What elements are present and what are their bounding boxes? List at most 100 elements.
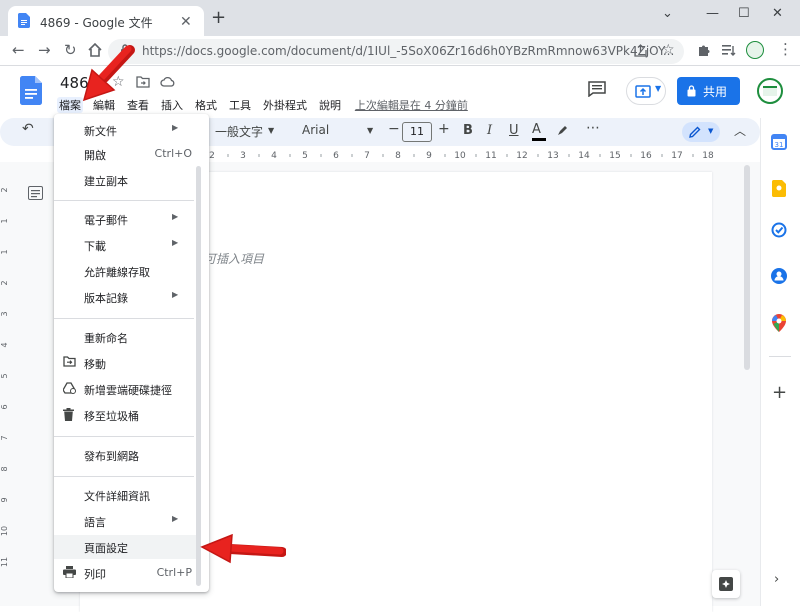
contacts-icon[interactable] [771, 268, 787, 284]
chevron-right-icon[interactable]: › [774, 572, 779, 587]
horizontal-ruler[interactable]: 2 3 4 5 6 7 8 9 10 11 12 13 14 15 16 17 18 [200, 148, 720, 162]
ruler-tick-mark [382, 154, 384, 157]
menu-item-add-drive-shortcut[interactable]: 新增雲端硬碟捷徑 [54, 377, 200, 401]
menu-item-label: 電子郵件 [84, 214, 128, 227]
back-arrow-icon[interactable]: ← [12, 42, 25, 58]
menu-item-label: 頁面設定 [84, 542, 128, 555]
reading-list-icon[interactable] [722, 44, 736, 56]
maps-icon[interactable] [772, 314, 786, 332]
reload-icon[interactable]: ↻ [64, 42, 77, 58]
menu-item-print[interactable]: 列印 Ctrl+P [54, 561, 200, 585]
menu-item-label: 建立副本 [84, 175, 128, 188]
vertical-ruler-tick-label: 6 [0, 404, 9, 409]
forward-arrow-icon[interactable]: → [38, 42, 51, 58]
ruler-ticks: 2 3 4 5 6 7 8 9 10 11 12 13 14 15 16 17 18 [209, 151, 714, 161]
menu-item-download[interactable]: 下載 ▶ [54, 233, 200, 257]
extensions-puzzle-icon[interactable] [697, 43, 711, 57]
ruler-tick-label: 14 [578, 151, 590, 161]
add-addon-icon[interactable]: + [772, 382, 787, 403]
last-edit-link[interactable]: 上次編輯是在 4 分鐘前 [355, 99, 468, 112]
menu-item-move[interactable]: 移動 [54, 351, 200, 375]
decrease-font-size-button[interactable]: − [388, 121, 400, 137]
chevron-down-icon[interactable]: ⌄ [662, 6, 673, 21]
vertical-ruler-tick-label: 7 [0, 435, 9, 440]
menu-insert[interactable]: 插入 [159, 97, 185, 113]
insert-placeholder-text: 可插入項目 [204, 252, 265, 266]
profile-avatar-icon[interactable] [746, 41, 764, 59]
omnibox[interactable]: https://docs.google.com/document/d/1IUl_… [108, 39, 684, 64]
annotation-arrow-file-menu [82, 44, 138, 104]
menu-item-publish-to-web[interactable]: 發布到網路 [54, 443, 200, 467]
close-tab-icon[interactable]: ✕ [180, 14, 192, 30]
ruler-tick-label: 2 [209, 151, 215, 161]
tasks-icon[interactable] [771, 222, 787, 238]
font-select[interactable]: Arial [302, 123, 329, 137]
menu-item-offline-access[interactable]: 允許離線存取 [54, 259, 200, 283]
calendar-icon[interactable]: 31 [771, 134, 787, 150]
underline-button[interactable]: U [509, 123, 519, 138]
keep-icon[interactable] [772, 180, 786, 197]
more-options-icon[interactable]: ⋯ [586, 120, 600, 136]
increase-font-size-button[interactable]: + [438, 121, 450, 137]
collapse-toolbar-icon[interactable]: ︿ [734, 122, 746, 139]
menu-format[interactable]: 格式 [193, 97, 219, 113]
bold-button[interactable]: B [463, 123, 473, 138]
menu-tools[interactable]: 工具 [227, 97, 253, 113]
undo-icon[interactable]: ↶ [22, 121, 34, 137]
menu-item-move-to-trash[interactable]: 移至垃圾桶 [54, 403, 200, 427]
file-menu-scrollbar[interactable] [196, 166, 201, 586]
explore-button[interactable] [712, 570, 740, 598]
style-select[interactable]: 一般文字 [215, 123, 263, 140]
browser-tab[interactable]: 4869 - Google 文件 ✕ [8, 6, 204, 36]
menu-addons[interactable]: 外掛程式 [261, 97, 309, 113]
close-window-icon[interactable]: ✕ [772, 6, 783, 21]
vertical-ruler-tick-label: 8 [0, 466, 9, 471]
menu-item-language[interactable]: 語言 ▶ [54, 509, 200, 533]
menu-item-new-document[interactable]: 新文件 ▶ [54, 118, 200, 142]
docs-logo-icon[interactable] [20, 76, 42, 105]
vertical-ruler-tick-label: 10 [0, 526, 9, 536]
ruler-tick-label: 18 [702, 151, 714, 161]
text-color-button[interactable]: A [532, 122, 546, 141]
account-avatar[interactable] [757, 78, 783, 104]
highlight-pen-icon[interactable] [556, 124, 569, 137]
move-folder-icon[interactable] [136, 76, 150, 88]
editing-mode-button[interactable]: ▼ [682, 122, 720, 142]
share-button[interactable]: 共用 [677, 77, 740, 105]
menu-help[interactable]: 說明 [317, 97, 343, 113]
menu-item-email[interactable]: 電子郵件 ▶ [54, 207, 200, 231]
menu-item-page-setup[interactable]: 頁面設定 [54, 535, 200, 559]
menu-separator [54, 318, 194, 319]
present-button[interactable]: ▼ [626, 77, 666, 105]
font-size-field[interactable]: 11 [402, 122, 432, 142]
chevron-down-icon[interactable]: ▼ [367, 126, 373, 135]
share-page-icon[interactable] [634, 44, 647, 57]
menu-separator [54, 476, 194, 477]
ruler-tick-mark [661, 154, 663, 157]
comment-history-icon[interactable] [588, 81, 606, 97]
vertical-ruler[interactable]: 2 1 1 2 3 4 5 6 7 8 9 10 11 [0, 162, 14, 606]
new-tab-button[interactable]: + [211, 9, 226, 27]
cloud-status-icon[interactable] [160, 76, 175, 87]
menu-file[interactable]: 檔案 [57, 97, 83, 113]
menu-item-make-copy[interactable]: 建立副本 [54, 168, 200, 192]
menu-item-rename[interactable]: 重新命名 [54, 325, 200, 349]
menu-item-document-details[interactable]: 文件詳細資訊 [54, 483, 200, 507]
side-panel-divider [769, 356, 791, 357]
vertical-ruler-tick-label: 2 [0, 187, 9, 192]
italic-button[interactable]: I [487, 123, 492, 138]
menu-item-open[interactable]: 開啟 Ctrl+O [54, 142, 200, 166]
maximize-icon[interactable]: ☐ [738, 6, 750, 21]
chrome-menu-icon[interactable]: ⋮ [778, 41, 793, 57]
outline-icon[interactable] [28, 186, 43, 200]
document-scrollbar[interactable] [744, 165, 750, 370]
drive-shortcut-icon [63, 382, 76, 394]
minimize-icon[interactable]: — [706, 6, 719, 21]
chevron-down-icon[interactable]: ▼ [268, 126, 274, 135]
tab-title: 4869 - Google 文件 [40, 16, 153, 30]
menu-item-label: 移動 [84, 358, 106, 371]
ruler-tick-label: 3 [240, 151, 246, 161]
bookmark-star-icon[interactable]: ☆ [662, 42, 675, 58]
menu-item-version-history[interactable]: 版本記錄 ▶ [54, 285, 200, 309]
ruler-tick-mark [568, 154, 570, 157]
